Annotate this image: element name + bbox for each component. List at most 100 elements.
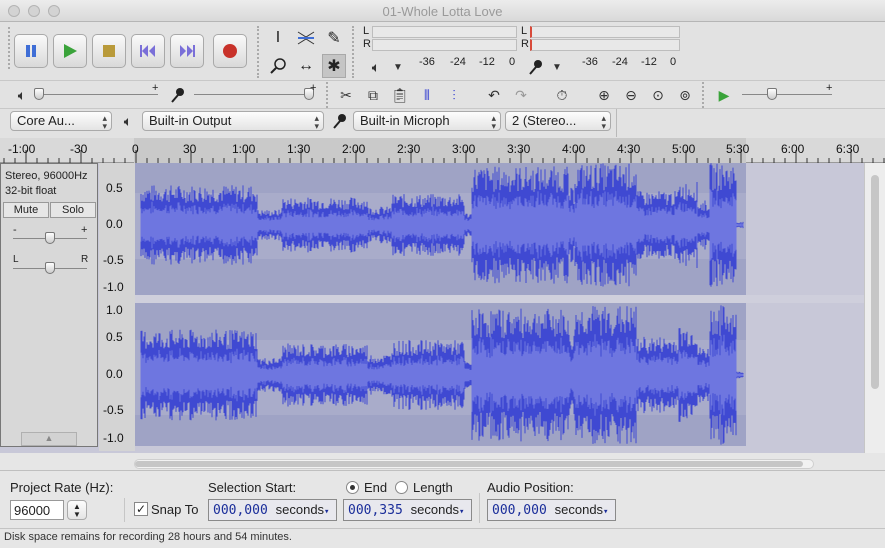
skip-to-end-button[interactable] bbox=[170, 34, 204, 68]
input-channels-value: 2 (Stereo... bbox=[512, 113, 577, 128]
project-rate-value: 96000 bbox=[14, 503, 51, 518]
pan-knob[interactable] bbox=[45, 262, 55, 274]
solo-label: Solo bbox=[61, 204, 85, 216]
rec-scale-label: 0 bbox=[670, 56, 677, 68]
skip-start-icon bbox=[140, 45, 155, 57]
play-icon bbox=[64, 44, 77, 58]
gain-knob[interactable] bbox=[45, 232, 55, 244]
cut-icon[interactable]: ✂ bbox=[334, 83, 358, 107]
timeline-ruler[interactable]: -1:00 -30 0 30 1:00 1:30 2:00 2:30 3:00 … bbox=[0, 138, 885, 163]
track-format-label: Stereo, 96000Hz bbox=[5, 170, 88, 182]
zoom-out-icon[interactable]: ⊖ bbox=[619, 83, 643, 107]
ruler-label: 6:00 bbox=[781, 142, 805, 156]
fit-project-icon[interactable]: ⊚ bbox=[673, 83, 697, 107]
scale-label: 1.0 bbox=[106, 303, 123, 317]
zoom-in-icon[interactable]: ⊕ bbox=[592, 83, 616, 107]
fit-selection-icon[interactable]: ⊙ bbox=[646, 83, 670, 107]
solo-button[interactable]: Solo bbox=[50, 202, 96, 218]
ruler-label: 2:00 bbox=[342, 142, 366, 156]
audio-host-dropdown[interactable]: Core Au... ▴ ▾ bbox=[10, 111, 112, 131]
play-meter-right[interactable] bbox=[372, 39, 517, 51]
window-title: 01-Whole Lotta Love bbox=[382, 4, 503, 19]
track-area: Stereo, 96000Hz 32-bit float Mute Solo -… bbox=[0, 163, 864, 453]
collapse-track-button[interactable]: ▲ bbox=[21, 432, 77, 446]
channel-separator bbox=[135, 295, 864, 303]
sync-lock-icon[interactable]: ⏱︎ bbox=[550, 83, 574, 107]
rec-meter-right[interactable] bbox=[530, 39, 680, 51]
output-device-icon: 🔈︎ bbox=[123, 112, 133, 129]
multi-tool-icon[interactable]: ✱ bbox=[322, 54, 346, 78]
scale-label: 0.5 bbox=[106, 181, 123, 195]
play-meter-menu-icon[interactable]: ▼ bbox=[386, 55, 410, 79]
play-meter-right-label: R bbox=[363, 38, 371, 50]
ruler-label: 5:00 bbox=[672, 142, 696, 156]
stop-button[interactable] bbox=[92, 34, 126, 68]
scale-label: 0.0 bbox=[106, 217, 123, 231]
redo-icon[interactable]: ↷ bbox=[509, 83, 533, 107]
output-device-value: Built-in Output bbox=[149, 113, 232, 128]
selection-toolbar: Project Rate (Hz): 96000 ▲ ▼ ✓ Snap To Se… bbox=[0, 470, 885, 528]
play-at-speed-knob[interactable] bbox=[767, 88, 777, 100]
pause-button[interactable] bbox=[14, 34, 48, 68]
paste-icon[interactable]: 📋︎ bbox=[388, 83, 412, 107]
selection-end-unit: seconds bbox=[410, 502, 460, 517]
ruler-label: 0 bbox=[132, 142, 139, 156]
playback-volume-knob[interactable] bbox=[34, 88, 44, 100]
mute-button[interactable]: Mute bbox=[3, 202, 49, 218]
waveform-display[interactable] bbox=[135, 163, 864, 453]
project-rate-stepper[interactable]: ▲ ▼ bbox=[67, 500, 87, 520]
skip-end-icon bbox=[180, 45, 195, 57]
envelope-tool-icon[interactable] bbox=[294, 26, 318, 50]
silence-audio-icon[interactable]: ⫶ bbox=[442, 83, 466, 107]
play-scale-label: 0 bbox=[509, 56, 516, 68]
vertical-scroll-thumb[interactable] bbox=[871, 175, 879, 389]
time-shift-tool-icon[interactable]: ↔ bbox=[294, 54, 318, 78]
scale-label: -0.5 bbox=[103, 403, 124, 417]
trim-audio-icon[interactable]: ⫴ bbox=[415, 83, 439, 107]
vertical-scrollbar[interactable] bbox=[864, 163, 885, 453]
selection-start-unit: seconds bbox=[275, 502, 325, 517]
selection-end-control[interactable]: 000,335 seconds▾ bbox=[343, 499, 472, 521]
horizontal-scroll-thumb[interactable] bbox=[135, 461, 803, 467]
end-radio[interactable] bbox=[346, 481, 359, 494]
rec-meter-left[interactable] bbox=[530, 26, 680, 38]
recording-volume-slider[interactable] bbox=[194, 94, 312, 95]
length-radio[interactable] bbox=[395, 481, 408, 494]
audio-position-value: 000,000 bbox=[492, 503, 547, 518]
selection-start-label: Selection Start: bbox=[208, 480, 297, 495]
selection-start-control[interactable]: 000,000 seconds▾ bbox=[208, 499, 337, 521]
length-label: Length bbox=[413, 480, 453, 495]
status-text: Disk space remains for recording 28 hour… bbox=[4, 531, 292, 543]
playback-volume-slider[interactable] bbox=[36, 94, 158, 95]
ruler-label: 3:30 bbox=[507, 142, 531, 156]
rec-meter-menu-icon[interactable]: ▼ bbox=[545, 55, 569, 79]
record-button[interactable] bbox=[213, 34, 247, 68]
selection-tool-icon[interactable]: I bbox=[266, 26, 290, 50]
ruler-label: -1:00 bbox=[8, 142, 36, 156]
play-at-speed-icon[interactable]: ▶ bbox=[712, 83, 736, 107]
title-bar: 01-Whole Lotta Love bbox=[0, 0, 885, 22]
input-device-dropdown[interactable]: Built-in Microph ▴ ▾ bbox=[353, 111, 501, 131]
project-rate-input[interactable]: 96000 bbox=[10, 500, 64, 520]
undo-icon[interactable]: ↶ bbox=[482, 83, 506, 107]
playback-volume-max: + bbox=[152, 82, 159, 94]
audio-position-control[interactable]: 000,000 seconds▾ bbox=[487, 499, 616, 521]
record-icon bbox=[223, 44, 237, 58]
speaker-icon[interactable]: 🔈︎ bbox=[364, 55, 388, 79]
play-at-speed-slider[interactable] bbox=[742, 94, 832, 95]
copy-icon[interactable]: ⧉ bbox=[361, 83, 385, 107]
input-channels-dropdown[interactable]: 2 (Stereo... ▴ ▾ bbox=[505, 111, 611, 131]
output-device-dropdown[interactable]: Built-in Output ▴ ▾ bbox=[142, 111, 324, 131]
play-button[interactable] bbox=[53, 34, 87, 68]
zoom-tool-icon[interactable] bbox=[266, 54, 290, 78]
rec-scale-label: -36 bbox=[582, 56, 598, 68]
play-meter-left[interactable] bbox=[372, 26, 517, 38]
ruler-label: 30 bbox=[183, 142, 197, 156]
ruler-label: 3:00 bbox=[452, 142, 476, 156]
horizontal-scrollbar[interactable] bbox=[134, 459, 814, 469]
snap-to-checkbox[interactable]: ✓ bbox=[134, 502, 148, 516]
snap-to-label: Snap To bbox=[151, 502, 199, 517]
track-control-panel[interactable]: Stereo, 96000Hz 32-bit float Mute Solo -… bbox=[0, 163, 98, 447]
draw-tool-icon[interactable]: ✎ bbox=[322, 26, 346, 50]
skip-to-start-button[interactable] bbox=[131, 34, 165, 68]
